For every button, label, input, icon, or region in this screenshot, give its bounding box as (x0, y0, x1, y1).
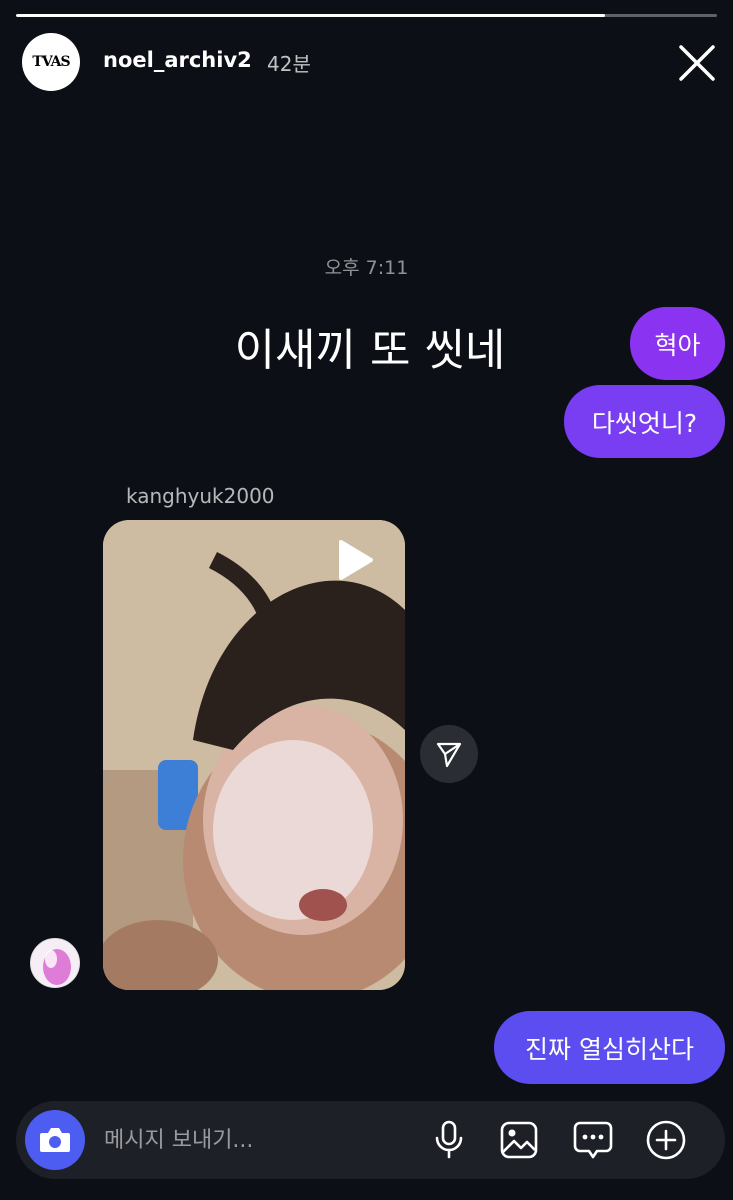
close-button[interactable] (674, 40, 720, 86)
close-icon (679, 45, 715, 81)
shared-post-author[interactable]: kanghyuk2000 (126, 484, 275, 508)
plus-circle-icon (646, 1120, 686, 1160)
play-icon[interactable] (335, 538, 375, 582)
camera-button[interactable] (25, 1110, 85, 1170)
camera-icon (40, 1128, 70, 1152)
video-frame-image (103, 520, 405, 990)
microphone-icon (435, 1120, 463, 1159)
gallery-button[interactable] (497, 1118, 541, 1162)
sent-message-bubble[interactable]: 다씻엇니? (564, 385, 725, 458)
sender-avatar-image (31, 939, 79, 987)
story-caption: 이새끼 또 씻네 (234, 325, 506, 376)
sticker-button[interactable] (571, 1118, 615, 1162)
author-avatar[interactable]: TVAS (22, 33, 80, 91)
microphone-button[interactable] (427, 1118, 471, 1162)
message-timestamp: 오후 7:11 (324, 257, 409, 279)
message-input[interactable] (104, 1119, 404, 1161)
story-progress-fill (16, 14, 605, 17)
sender-avatar[interactable] (30, 938, 80, 988)
shared-video-thumbnail[interactable] (103, 520, 405, 990)
share-button[interactable] (420, 725, 478, 783)
story-progress-bar (16, 14, 717, 17)
post-time-ago: 42분 (267, 52, 311, 76)
send-icon (436, 742, 462, 768)
sent-message-bubble[interactable]: 혁아 (630, 307, 725, 380)
message-composer (16, 1101, 725, 1179)
author-avatar-logo: TVAS (32, 54, 70, 70)
author-username[interactable]: noel_archiv2 (103, 48, 252, 72)
more-options-button[interactable] (644, 1118, 688, 1162)
chat-bubble-icon (573, 1121, 613, 1159)
sent-message-bubble[interactable]: 진짜 열심히산다 (494, 1011, 725, 1084)
image-icon (500, 1121, 538, 1159)
